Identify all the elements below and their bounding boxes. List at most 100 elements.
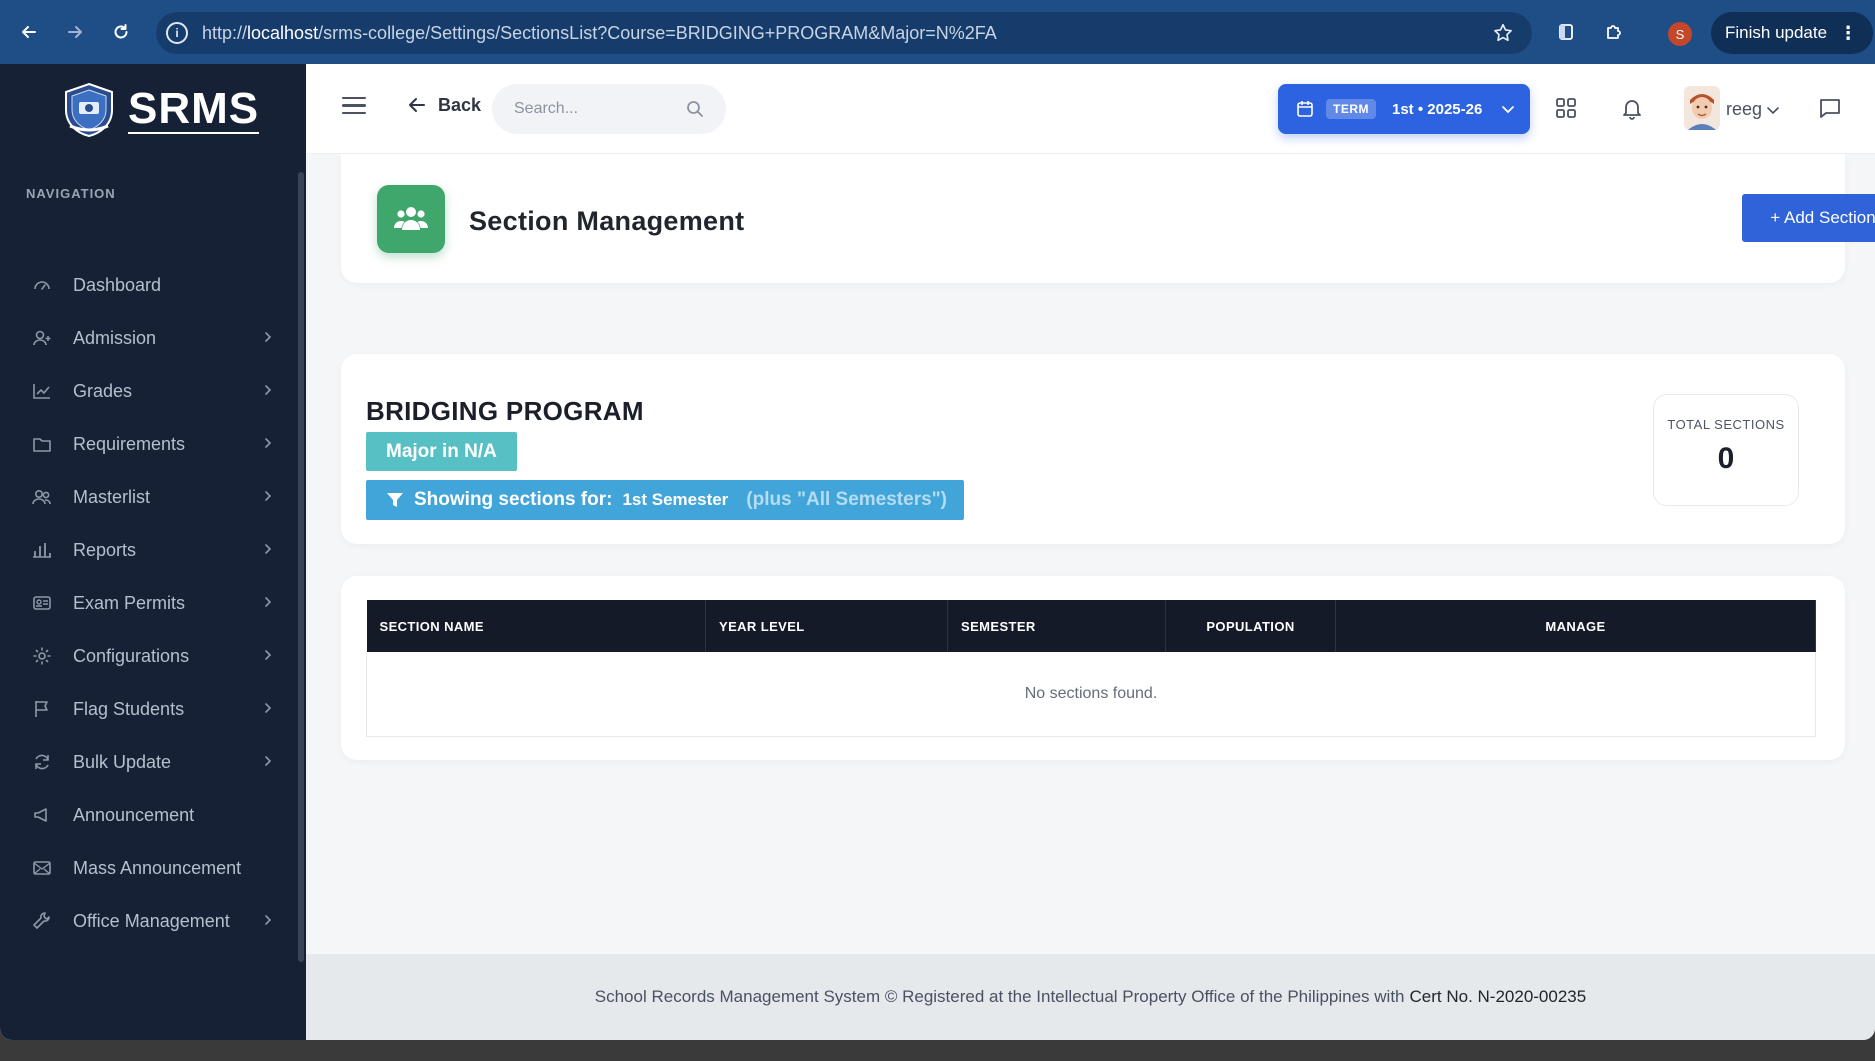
megaphone-icon [31,804,53,826]
sidebar-item-flag-students[interactable]: Flag Students [0,683,296,735]
program-info-card: BRIDGING PROGRAM Major in N/A Showing se… [341,354,1845,544]
calendar-icon [1297,101,1313,117]
sidebar-item-label: Office Management [73,910,230,931]
sidebar-item-exam-permits[interactable]: Exam Permits [0,577,296,629]
footer-text: School Records Management System © Regis… [594,987,1405,1006]
finish-update-label: Finish update [1725,23,1828,42]
main-content: Section Management + Add Section BRIDGIN… [306,154,1875,954]
sidebar-item-dashboard[interactable]: Dashboard [0,259,296,311]
browser-window: i http://localhost/srms-college/Settings… [0,0,1875,1040]
page-title: Section Management [469,206,745,236]
wrench-icon [31,910,53,932]
reload-icon[interactable] [106,17,136,47]
extensions-icon[interactable] [1598,17,1628,47]
footer-cert: Cert No. N-2020-00235 [1409,987,1587,1006]
id-card-icon [31,592,53,614]
filter-semester: 1st Semester [622,490,729,509]
filter-prefix: Showing sections for: [414,489,613,510]
col-manage: MANAGE [1335,600,1816,652]
url-path: /srms-college/Settings/SectionsList?Cour… [318,22,997,43]
sidebar-item-announcement[interactable]: Announcement [0,789,296,841]
sidebar-item-configurations[interactable]: Configurations [0,630,296,682]
sidebar-item-label: Exam Permits [73,592,186,613]
chevron-right-icon [262,489,274,505]
sidebar-item-requirements[interactable]: Requirements [0,418,296,470]
back-arrow-icon[interactable] [14,17,44,47]
chevron-right-icon [262,648,274,664]
sidebar-item-reports[interactable]: Reports [0,524,296,576]
add-section-button[interactable]: + Add Section [1742,194,1875,242]
total-sections-value: 0 [1717,442,1735,475]
back-button[interactable]: Back [406,94,481,116]
users-group-icon [377,185,445,253]
sidebar-item-masterlist[interactable]: Masterlist [0,471,296,523]
sidebar: SRMS NAVIGATION Dashboard Admission Grades… [0,64,306,1040]
finish-update-button[interactable]: Finish update ⋮ [1711,12,1874,54]
chevron-down-icon [1502,106,1515,114]
total-sections-label: TOTAL SECTIONS [1667,417,1785,432]
envelope-icon [31,857,53,879]
bar-chart-icon [31,539,53,561]
chevron-right-icon [262,542,274,558]
page-header-card: Section Management + Add Section [341,154,1875,283]
col-year-level[interactable]: YEAR LEVEL [705,600,948,652]
filter-icon [387,493,403,507]
chevron-right-icon [262,330,274,346]
empty-row: No sections found. [366,652,1816,737]
gear-icon [31,645,53,667]
chevron-right-icon [262,383,274,399]
term-selector[interactable]: TERM 1st • 2025-26 [1278,84,1530,134]
sidebar-item-mass-announcement[interactable]: Mass Announcement [0,842,296,894]
forward-arrow-icon[interactable] [60,17,90,47]
address-bar[interactable]: i http://localhost/srms-college/Settings… [156,12,1532,54]
sidebar-item-label: Requirements [73,433,186,454]
hamburger-menu-icon[interactable] [342,97,366,117]
table-header-row: SECTION NAME YEAR LEVEL SEMESTER POPULAT… [366,600,1816,652]
app-logo[interactable]: SRMS [60,82,260,138]
apps-grid-icon[interactable] [1554,96,1578,125]
site-info-icon[interactable]: i [166,22,188,44]
search-placeholder: Search... [514,100,579,117]
col-population[interactable]: POPULATION [1165,600,1336,652]
nav-heading: NAVIGATION [26,186,116,201]
sidebar-item-label: Admission [73,327,157,348]
col-section-name[interactable]: SECTION NAME [366,600,706,652]
sidebar-item-label: Flag Students [73,698,185,719]
back-label: Back [438,94,482,115]
user-add-icon [31,327,53,349]
refresh-icon [31,751,53,773]
sections-table-card: SECTION NAME YEAR LEVEL SEMESTER POPULAT… [341,576,1845,760]
sidebar-item-label: Mass Announcement [73,857,242,878]
total-sections-box: TOTAL SECTIONS 0 [1653,394,1799,506]
browser-profile-avatar[interactable]: S [1668,22,1692,46]
sidebar-item-label: Masterlist [73,486,151,507]
kebab-menu-icon: ⋮ [1839,22,1858,43]
user-menu[interactable]: reeg [1726,99,1780,120]
sidebar-item-bulk-update[interactable]: Bulk Update [0,736,296,788]
shield-logo-icon [65,82,113,138]
sidebar-item-admission[interactable]: Admission [0,312,296,364]
chat-icon[interactable] [1818,96,1842,125]
browser-toolbar: i http://localhost/srms-college/Settings… [0,0,1875,64]
semester-filter-badge: Showing sections for: 1st Semester (plus… [366,480,964,520]
chevron-down-icon [1767,106,1779,114]
major-badge: Major in N/A [366,432,517,471]
user-name: reeg [1726,99,1763,119]
sidebar-item-label: Configurations [73,645,190,666]
url-prefix: http:// [202,22,248,43]
term-value: 1st • 2025-26 [1392,100,1483,118]
sidebar-item-office-management[interactable]: Office Management [0,895,296,947]
bookmark-star-icon[interactable] [1492,22,1514,49]
chevron-right-icon [262,913,274,929]
user-avatar[interactable] [1684,86,1720,130]
sidebar-item-grades[interactable]: Grades [0,365,296,417]
term-tag: TERM [1326,99,1376,119]
col-semester[interactable]: SEMESTER [947,600,1166,652]
chevron-right-icon [262,754,274,770]
sidebar-panel-icon[interactable] [1551,17,1581,47]
footer: School Records Management System © Regis… [306,954,1875,1040]
sidebar-scrollbar[interactable] [298,172,304,962]
search-input[interactable]: Search... [492,84,726,134]
topbar: Back Search... TERM 1st • 2025-26 reeg [306,64,1875,154]
bell-icon[interactable] [1620,96,1644,125]
